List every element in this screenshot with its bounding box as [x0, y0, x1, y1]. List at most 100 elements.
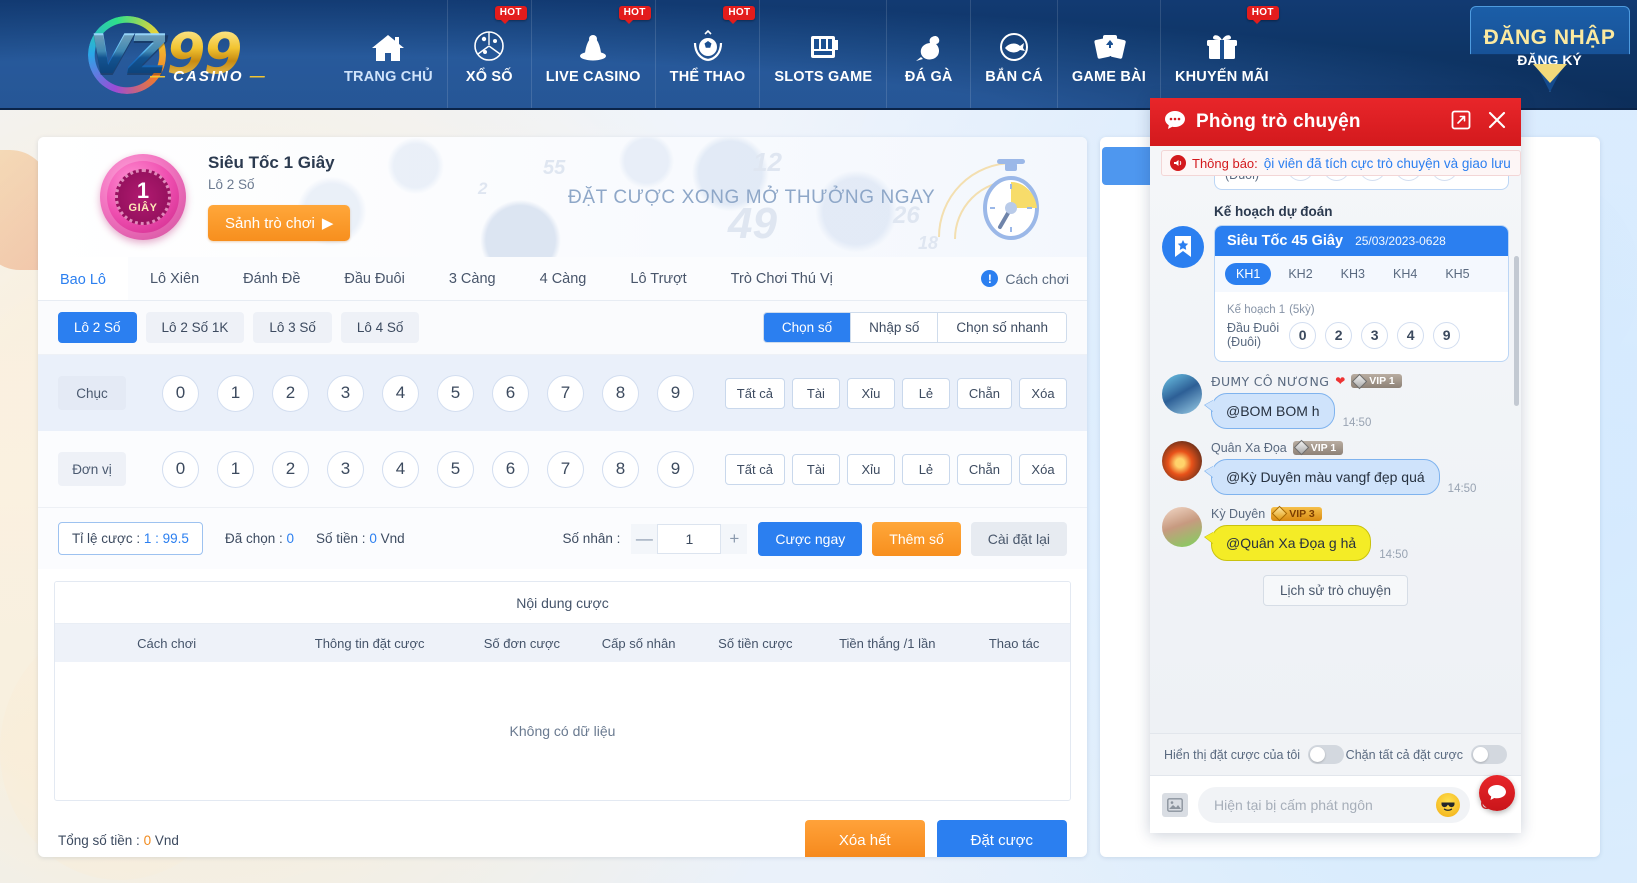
number-ball[interactable]: 6: [492, 375, 529, 412]
plan-tab-kh5[interactable]: KH5: [1434, 263, 1480, 285]
number-ball[interactable]: 9: [657, 451, 694, 488]
tab-4-cang[interactable]: 4 Càng: [518, 257, 609, 300]
chip-label: Lô 2 Số: [74, 320, 121, 335]
message-username[interactable]: ĐUMY CÔ NƯƠNG: [1211, 374, 1329, 389]
mode-chon-so-nhanh[interactable]: Chọn số nhanh: [937, 313, 1066, 342]
toggle-switch[interactable]: [1471, 745, 1507, 764]
quick-tat-ca[interactable]: Tất cả: [725, 378, 785, 409]
number-ball[interactable]: 5: [437, 375, 474, 412]
nav-item-live-casino[interactable]: HOT LIVE CASINO: [531, 0, 655, 108]
nav-item-slots-game[interactable]: SLOTS GAME: [759, 0, 886, 108]
quick-chan[interactable]: Chẵn: [957, 454, 1012, 485]
nav-label: ĐÁ GÀ: [905, 69, 953, 85]
add-number-button[interactable]: Thêm số: [872, 522, 960, 556]
number-ball[interactable]: 7: [547, 451, 584, 488]
quick-xiu[interactable]: Xỉu: [847, 454, 895, 485]
number-ball[interactable]: 3: [327, 375, 364, 412]
tab-lo-xien[interactable]: Lô Xiên: [128, 257, 221, 300]
toggle-switch[interactable]: [1308, 745, 1344, 764]
number-ball[interactable]: 3: [327, 451, 364, 488]
site-logo[interactable]: VZ 99 — CASINO —: [0, 0, 330, 108]
odds-display[interactable]: Tỉ lệ cược : 1 : 99.5: [58, 522, 203, 555]
nav-item-game-bai[interactable]: GAME BÀI: [1057, 0, 1160, 108]
quick-chan[interactable]: Chẵn: [957, 378, 1012, 409]
number-ball[interactable]: 0: [162, 451, 199, 488]
nav-item-trang-chu[interactable]: TRANG CHỦ: [330, 0, 447, 108]
toggle-block-all-bets[interactable]: Chặn tất cả đặt cược: [1346, 745, 1507, 764]
chip-lo-2-so[interactable]: Lô 2 Số: [58, 312, 137, 343]
tab-lo-truot[interactable]: Lô Trượt: [608, 257, 708, 300]
stepper-decrement[interactable]: —: [631, 524, 657, 554]
plan-tab-kh3[interactable]: KH3: [1330, 263, 1376, 285]
tab-3-cang[interactable]: 3 Càng: [427, 257, 518, 300]
number-ball[interactable]: 2: [272, 375, 309, 412]
plan-tab-kh1[interactable]: KH1: [1225, 263, 1271, 285]
number-ball[interactable]: 1: [217, 375, 254, 412]
quick-tat-ca[interactable]: Tất cả: [725, 454, 785, 485]
how-to-play-link[interactable]: ! Cách chơi: [981, 257, 1069, 300]
chat-message-input[interactable]: [1198, 787, 1470, 823]
floating-chat-button[interactable]: [1479, 775, 1515, 811]
sunglasses-emoji-icon[interactable]: [1436, 793, 1460, 817]
chip-lo-2-so-1k[interactable]: Lô 2 Số 1K: [146, 312, 245, 343]
reset-button[interactable]: Cài đặt lại: [971, 522, 1067, 556]
close-icon[interactable]: [1487, 110, 1507, 135]
quick-tai[interactable]: Tài: [792, 454, 840, 485]
tab-dau-duoi[interactable]: Đầu Đuôi: [322, 257, 426, 300]
toggle-show-my-bets[interactable]: Hiển thị đặt cược của tôi: [1164, 745, 1344, 764]
quick-le[interactable]: Lẻ: [902, 454, 950, 485]
tab-tro-choi-thu-vi[interactable]: Trò Chơi Thú Vị: [709, 257, 855, 300]
number-ball[interactable]: 5: [437, 451, 474, 488]
tab-bao-lo[interactable]: Bao Lô: [38, 257, 128, 300]
mode-nhap-so[interactable]: Nhập số: [850, 313, 937, 342]
number-ball[interactable]: 9: [657, 375, 694, 412]
nav-label: THỂ THAO: [670, 69, 746, 85]
nav-item-the-thao[interactable]: HOT THỂ THAO: [655, 0, 760, 108]
quick-xoa[interactable]: Xóa: [1019, 454, 1067, 485]
login-register-button[interactable]: ĐĂNG NHẬP ĐĂNG KÝ: [1462, 0, 1637, 108]
chat-header-actions: [1451, 110, 1507, 135]
stepper-increment[interactable]: +: [721, 524, 747, 554]
number-ball[interactable]: 7: [547, 375, 584, 412]
plan-tab-kh2[interactable]: KH2: [1277, 263, 1323, 285]
lobby-button[interactable]: Sảnh trò chơi ▶: [208, 205, 350, 241]
tab-danh-de[interactable]: Đánh Đề: [221, 257, 322, 300]
clear-all-button[interactable]: Xóa hết: [805, 820, 925, 858]
avatar[interactable]: [1162, 374, 1202, 414]
number-ball[interactable]: 4: [382, 451, 419, 488]
number-ball[interactable]: 1: [217, 451, 254, 488]
nav-item-xo-so[interactable]: HOT XỔ SỐ: [447, 0, 531, 108]
avatar[interactable]: [1162, 441, 1202, 481]
bet-now-button[interactable]: Cược ngay: [758, 522, 862, 556]
message-bubble[interactable]: @Kỳ Duyên màu vangf đẹp quá: [1211, 459, 1440, 495]
message-bubble[interactable]: @BOM BOM h: [1211, 393, 1335, 429]
chip-lo-3-so[interactable]: Lô 3 Số: [253, 312, 332, 343]
number-ball[interactable]: 2: [272, 451, 309, 488]
chip-lo-4-so[interactable]: Lô 4 Số: [341, 312, 420, 343]
image-icon[interactable]: [1162, 793, 1188, 817]
nav-item-ban-ca[interactable]: BẮN CÁ: [970, 0, 1057, 108]
nav-item-da-ga[interactable]: ĐÁ GÀ: [886, 0, 970, 108]
nav-item-khuyen-mai[interactable]: HOT KHUYẾN MÃI: [1160, 0, 1283, 108]
quick-tai[interactable]: Tài: [792, 378, 840, 409]
number-ball[interactable]: 4: [382, 375, 419, 412]
message-bubble[interactable]: @Quân Xa Đọa g hả: [1211, 525, 1371, 561]
message-username[interactable]: Quân Xa Đọa: [1211, 441, 1287, 455]
number-ball[interactable]: 8: [602, 451, 639, 488]
number-ball[interactable]: 0: [162, 375, 199, 412]
chat-messages-area[interactable]: Đầu Đuôi(Đuôi) 0 4 6 7 8 Kế: [1150, 146, 1521, 733]
avatar[interactable]: [1162, 507, 1202, 547]
quick-xoa[interactable]: Xóa: [1019, 378, 1067, 409]
expand-icon[interactable]: [1451, 110, 1471, 135]
chat-scrollbar[interactable]: [1514, 256, 1519, 406]
plan-tab-kh4[interactable]: KH4: [1382, 263, 1428, 285]
number-ball[interactable]: 8: [602, 375, 639, 412]
multiplier-input[interactable]: [657, 524, 721, 554]
mode-chon-so[interactable]: Chọn số: [764, 313, 850, 342]
chat-history-button[interactable]: Lịch sử trò chuyện: [1263, 575, 1408, 606]
message-username[interactable]: Kỳ Duyên: [1211, 507, 1265, 521]
number-ball[interactable]: 6: [492, 451, 529, 488]
quick-le[interactable]: Lẻ: [902, 378, 950, 409]
place-bet-button[interactable]: Đặt cược: [937, 820, 1067, 858]
quick-xiu[interactable]: Xỉu: [847, 378, 895, 409]
